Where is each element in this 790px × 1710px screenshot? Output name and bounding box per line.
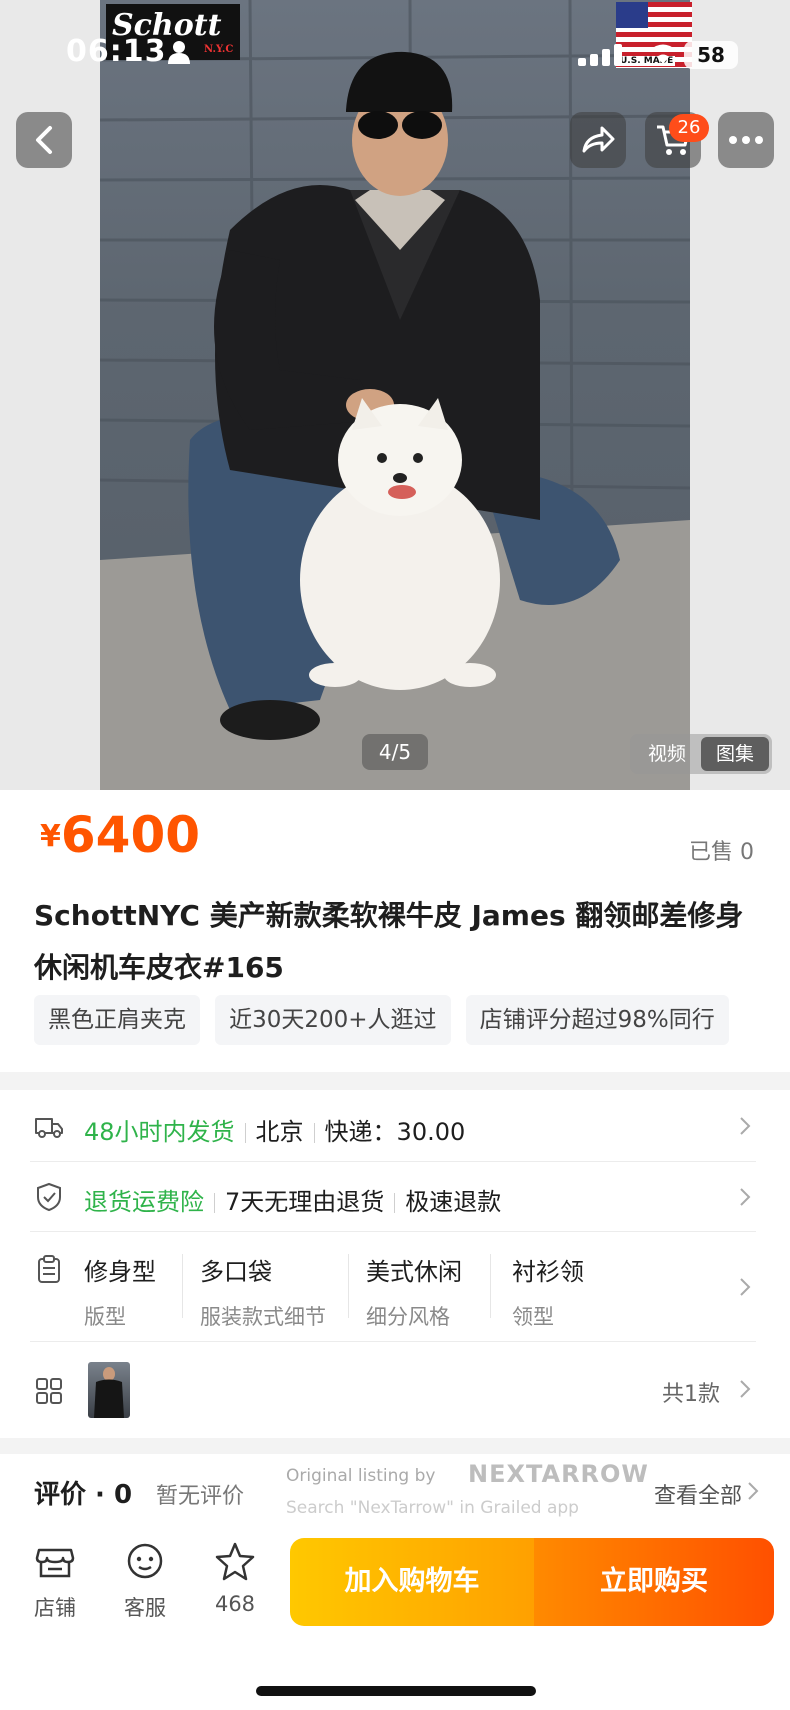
customer-service-button[interactable]: 客服 [110,1540,180,1622]
product-tag[interactable]: 黑色正肩夹克 [34,995,200,1045]
media-tabs[interactable]: 视频 图集 [630,734,772,774]
chevron-right-icon [740,1380,751,1398]
returns-row[interactable]: 退货运费险 7天无理由退货 极速退款 [30,1162,756,1232]
reviews-title: 评价 · 0 [34,1480,133,1510]
shipping-speed: 48小时内发货 [84,1118,235,1146]
bottom-action-bar: 店铺 客服 468 加入购物车 立即购买 [0,1520,790,1710]
back-button[interactable] [16,112,72,168]
attribute-value: 多口袋 [200,1258,272,1286]
reviews-empty: 暂无评价 [156,1484,245,1509]
product-gallery[interactable]: Schott N.Y.C U.S. MADE 06:13 58 26 4/5 视… [0,0,790,790]
favorite-count: 468 [214,1592,256,1616]
attribute-value: 衬衫领 [512,1258,584,1286]
status-time: 06:13 [66,34,167,69]
add-to-cart-button[interactable]: 加入购物车 [290,1538,534,1626]
star-icon [215,1542,255,1581]
price: ¥6400 [40,806,200,864]
chevron-right-icon [740,1188,751,1206]
share-button[interactable] [570,112,626,168]
attribute-style: 美式休闲 细分风格 [366,1252,462,1331]
tab-gallery[interactable]: 图集 [701,737,769,771]
watermark-line1: Original listing by [286,1466,436,1486]
shipping-row[interactable]: 48小时内发货 北京 快递：30.00 [30,1090,756,1162]
attributes-row[interactable]: 修身型 版型 多口袋 服装款式细节 美式休闲 细分风格 衬衫领 领型 [30,1232,756,1342]
store-button[interactable]: 店铺 [20,1540,90,1622]
attribute-value: 美式休闲 [366,1258,462,1286]
more-button[interactable] [718,112,774,168]
product-tag[interactable]: 店铺评分超过98%同行 [465,995,729,1045]
shipping-text: 48小时内发货 北京 快递：30.00 [84,1112,465,1147]
variant-total-text: 共1款 [662,1382,720,1407]
gallery-pager: 4/5 [362,734,428,770]
tab-video[interactable]: 视频 [633,737,701,771]
product-tags: 黑色正肩夹克 近30天200+人逛过 店铺评分超过98%同行 [34,995,790,1047]
chevron-left-icon [36,126,52,154]
chevron-right-icon [740,1117,751,1135]
share-arrow-icon [582,126,615,153]
service-card: 48小时内发货 北京 快递：30.00 退货运费险 7天无理由退货 极速退款 修身型 版… [0,1090,790,1438]
product-title: SchottNYC 美产新款柔软裸牛皮 James 翻领邮差修身休闲机车皮衣#1… [34,899,744,984]
nextarrow-watermark: NEXTARROW [468,1460,649,1488]
truck-icon [35,1118,63,1138]
buy-now-button[interactable]: 立即购买 [534,1538,774,1626]
price-value: 6400 [60,806,201,864]
grid-icon [36,1378,62,1404]
battery-indicator: 58 [684,41,738,69]
home-indicator [256,1686,536,1696]
product-tag[interactable]: 近30天200+人逛过 [215,995,451,1045]
product-info-card: ¥6400 已售 0 SchottNYC 美产新款柔软裸牛皮 James 翻领邮… [0,790,790,1072]
see-all-reviews-link[interactable]: 查看全部 [654,1478,742,1510]
watermark-line2: Search "NexTarrow" in Grailed app [286,1498,579,1518]
service-label: 客服 [124,1596,166,1620]
cart-count-badge: 26 [669,114,709,142]
attribute-label: 版型 [84,1305,126,1329]
status-bar: 06:13 58 [0,34,790,74]
chevron-right-icon [748,1482,759,1500]
price-currency: ¥ [40,819,61,854]
refund-policy: 极速退款 [405,1188,502,1216]
store-icon [35,1548,75,1578]
shipping-fee: 快递：30.00 [324,1118,466,1146]
attribute-label: 服装款式细节 [200,1305,326,1329]
store-label: 店铺 [34,1596,76,1620]
wifi-icon [650,44,676,64]
more-dots-icon [729,136,763,144]
chat-face-icon [127,1543,163,1579]
returns-insurance: 退货运费险 [84,1188,204,1216]
attribute-label: 细分风格 [366,1305,450,1329]
favorite-button[interactable]: 468 [200,1540,270,1616]
attribute-label: 领型 [512,1305,554,1329]
shield-check-icon [37,1182,61,1212]
sold-count: 已售 0 [689,840,754,865]
attribute-detail: 多口袋 服装款式细节 [200,1252,326,1331]
shipping-city: 北京 [255,1118,304,1146]
returns-policy: 7天无理由退货 [225,1188,385,1216]
variant-total: 共1款 [662,1376,720,1408]
attribute-fit: 修身型 版型 [84,1252,156,1331]
signal-icon [578,44,622,66]
person-icon [168,41,190,64]
attribute-collar: 衬衫领 领型 [512,1252,584,1331]
variants-row[interactable]: 共1款 [30,1342,756,1438]
chevron-right-icon [740,1278,751,1296]
clipboard-icon [38,1255,60,1283]
variant-thumbnail[interactable] [88,1362,130,1418]
returns-text: 退货运费险 7天无理由退货 极速退款 [84,1182,501,1217]
attribute-value: 修身型 [84,1258,156,1286]
